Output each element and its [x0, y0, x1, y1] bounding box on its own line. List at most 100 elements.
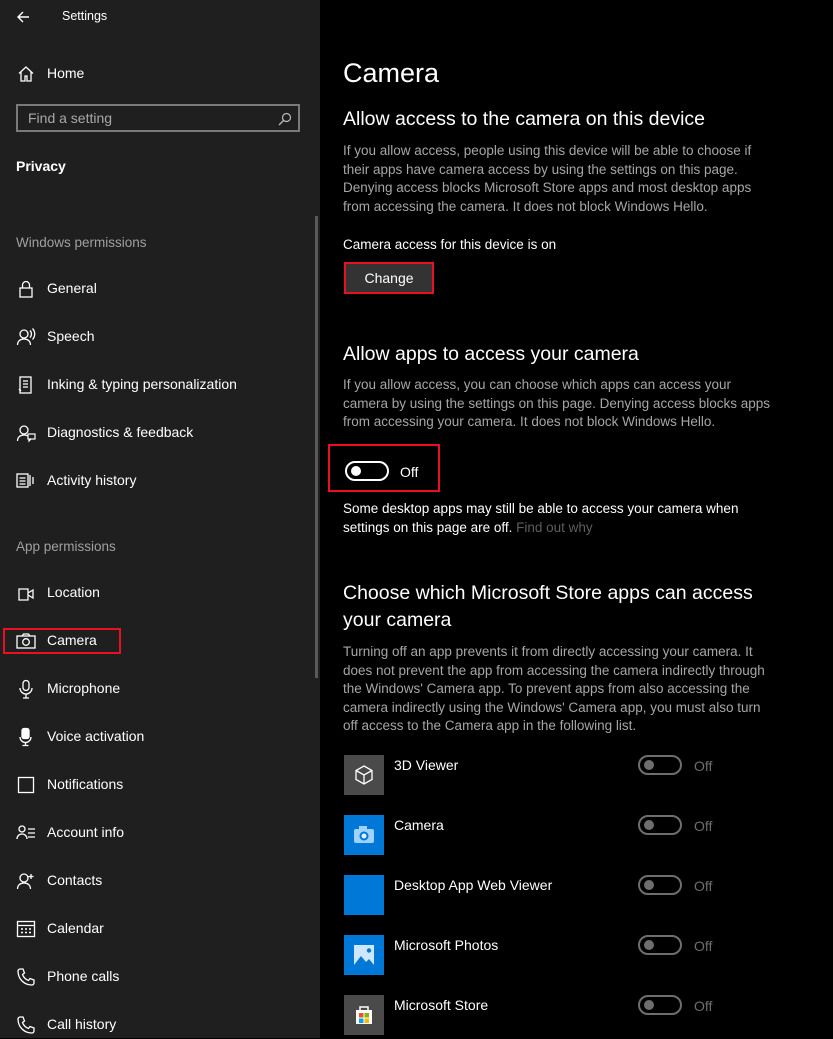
app-title: Settings [62, 9, 108, 23]
find-out-why-link[interactable]: Find out why [516, 520, 593, 535]
app-toggle-microsoft-store[interactable] [638, 995, 682, 1015]
app-row-microsoft-photos: Microsoft Photos Off [320, 935, 833, 979]
app-row-desktop-app-web-viewer: Desktop App Web Viewer Off [320, 875, 833, 919]
title-bar: Settings [0, 0, 320, 34]
microphone-icon [16, 679, 36, 699]
home-icon [16, 64, 36, 84]
sidebar-item-label: Calendar [47, 920, 104, 936]
back-arrow-icon [17, 11, 29, 23]
device-access-heading: Allow access to the camera on this devic… [343, 108, 706, 130]
sidebar-item-label: General [47, 280, 97, 296]
sidebar-item-contacts[interactable]: Contacts [0, 861, 320, 901]
settings-search[interactable] [16, 104, 300, 132]
sidebar-item-calendar[interactable]: Calendar [0, 909, 320, 949]
notifications-icon [16, 775, 36, 795]
app-permissions-header: App permissions [16, 539, 116, 554]
sidebar-item-notifications[interactable]: Notifications [0, 765, 320, 805]
web-viewer-icon [344, 875, 384, 915]
app-row-microsoft-store: Microsoft Store Off [320, 995, 833, 1039]
sidebar-item-label: Diagnostics & feedback [47, 424, 194, 440]
apps-access-heading: Allow apps to access your camera [343, 343, 639, 365]
contacts-icon [16, 871, 36, 891]
app-toggle-desktop-app-web-viewer[interactable] [638, 875, 682, 895]
app-row-3d-viewer: 3D Viewer Off [320, 755, 833, 799]
nav-home-label: Home [47, 65, 85, 81]
sidebar-item-account-info[interactable]: Account info [0, 813, 320, 853]
voice-activation-icon [16, 727, 36, 747]
app-toggle-state: Off [694, 758, 713, 774]
sidebar-item-location[interactable]: Location [0, 573, 320, 613]
search-icon[interactable] [278, 112, 292, 126]
sidebar-item-label: Activity history [47, 472, 137, 488]
windows-permissions-header: Windows permissions [16, 235, 147, 250]
sidebar-item-diagnostics[interactable]: Diagnostics & feedback [0, 413, 320, 453]
speech-icon [16, 327, 36, 347]
store-apps-description: Turning off an app prevents it from dire… [343, 644, 765, 734]
account-info-icon [16, 823, 36, 843]
sidebar-item-label: Microphone [47, 680, 121, 696]
app-name: Microsoft Photos [394, 937, 499, 953]
toggle-knob [351, 466, 361, 476]
app-toggle-state: Off [694, 998, 713, 1014]
settings-sidebar: Settings Home Privacy Windows permission… [0, 0, 320, 1038]
main-content: Camera Allow access to the camera on thi… [320, 0, 833, 1038]
phone-icon [16, 967, 36, 987]
sidebar-item-microphone[interactable]: Microphone [0, 669, 320, 709]
page-title: Camera [343, 58, 440, 88]
app-toggle-state: Off [694, 878, 713, 894]
app-toggle-state: Off [694, 818, 713, 834]
sidebar-scrollbar[interactable] [315, 216, 318, 678]
location-icon [16, 583, 36, 603]
sidebar-item-label: Camera [47, 632, 97, 648]
camera-app-icon [344, 815, 384, 855]
apps-access-toggle-state: Off [400, 464, 419, 480]
sidebar-item-phone-calls[interactable]: Phone calls [0, 957, 320, 997]
apps-access-description: If you allow access, you can choose whic… [343, 377, 770, 430]
app-toggle-3d-viewer[interactable] [638, 755, 682, 775]
call-history-icon [16, 1015, 36, 1035]
app-toggle-microsoft-photos[interactable] [638, 935, 682, 955]
sidebar-item-label: Notifications [47, 776, 124, 792]
app-name: 3D Viewer [394, 757, 459, 773]
sidebar-item-label: Account info [47, 824, 125, 840]
sidebar-item-activity-history[interactable]: Activity history [0, 461, 320, 501]
inking-icon [16, 375, 36, 395]
app-name: Microsoft Store [394, 997, 489, 1013]
activity-history-icon [16, 471, 36, 491]
store-icon [344, 995, 384, 1035]
feedback-icon [16, 423, 36, 443]
lock-icon [16, 279, 36, 299]
app-toggle-camera[interactable] [638, 815, 682, 835]
apps-access-toggle-highlight: Off [328, 444, 440, 492]
app-name: Desktop App Web Viewer [394, 877, 553, 893]
camera-icon [16, 631, 36, 651]
sidebar-item-label: Inking & typing personalization [47, 376, 237, 392]
desktop-apps-note: Some desktop apps may still be able to a… [343, 500, 783, 537]
sidebar-item-label: Speech [47, 328, 95, 344]
app-row-camera: Camera Off [320, 815, 833, 859]
store-apps-heading: Choose which Microsoft Store apps can ac… [343, 582, 753, 631]
sidebar-item-label: Call history [47, 1016, 117, 1032]
sidebar-item-camera[interactable]: Camera [0, 621, 320, 661]
sidebar-item-label: Voice activation [47, 728, 145, 744]
sidebar-item-speech[interactable]: Speech [0, 317, 320, 357]
sidebar-item-label: Contacts [47, 872, 103, 888]
section-title-privacy: Privacy [16, 158, 66, 174]
device-access-description: If you allow access, people using this d… [343, 143, 752, 214]
photos-icon [344, 935, 384, 975]
search-input[interactable] [28, 109, 268, 127]
calendar-icon [16, 919, 36, 939]
back-button[interactable] [10, 4, 38, 30]
app-toggle-state: Off [694, 938, 713, 954]
nav-home[interactable]: Home [0, 56, 320, 90]
sidebar-item-inking-typing[interactable]: Inking & typing personalization [0, 365, 320, 405]
sidebar-item-call-history[interactable]: Call history [0, 1005, 320, 1038]
apps-access-toggle[interactable] [345, 461, 389, 481]
sidebar-item-label: Phone calls [47, 968, 120, 984]
3d-viewer-icon [344, 755, 384, 795]
sidebar-item-voice-activation[interactable]: Voice activation [0, 717, 320, 757]
sidebar-item-general[interactable]: General [0, 269, 320, 309]
sidebar-item-label: Location [47, 584, 100, 600]
device-access-status: Camera access for this device is on [343, 237, 557, 252]
change-button[interactable]: Change [344, 262, 434, 294]
